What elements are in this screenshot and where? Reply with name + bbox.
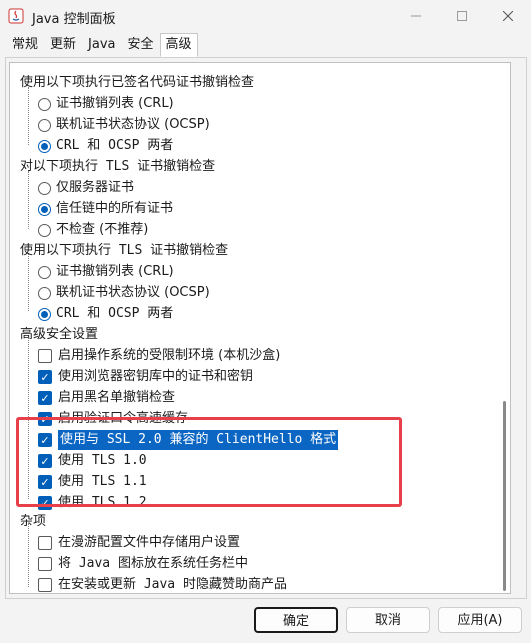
option-label: 将 Java 图标放在系统任务栏中: [58, 556, 248, 571]
cancel-button[interactable]: 取消: [346, 607, 430, 633]
tab-update[interactable]: 更新: [44, 33, 82, 57]
option-signed-ocsp[interactable]: 联机证书状态协议 (OCSP): [38, 115, 210, 135]
tab-java[interactable]: Java: [82, 33, 121, 57]
option-label: 使用浏览器密钥库中的证书和密钥: [58, 369, 254, 384]
option-label: 信任链中的所有证书: [56, 201, 174, 216]
option-label: 联机证书状态协议 (OCSP): [56, 117, 210, 132]
option-label: 启用黑名单撤销检查: [58, 390, 176, 405]
minimize-icon[interactable]: [393, 0, 439, 32]
tab-security[interactable]: 安全: [122, 33, 160, 57]
option-tls11[interactable]: ✓ 使用 TLS 1.1: [38, 472, 147, 492]
checkbox[interactable]: [38, 557, 52, 571]
option-tray-icon[interactable]: 将 Java 图标放在系统任务栏中: [38, 554, 248, 574]
tab-advanced[interactable]: 高级: [159, 33, 198, 57]
group-signed-code-title: 使用以下项执行已签名代码证书撤销检查: [20, 75, 255, 90]
checkbox[interactable]: [38, 536, 52, 550]
option-server-only[interactable]: 仅服务器证书: [38, 178, 134, 198]
option-label: 使用 TLS 1.0: [58, 453, 147, 468]
radio-button[interactable]: [38, 181, 51, 195]
option-label: 证书撤销列表 (CRL): [56, 96, 174, 111]
option-os-sandbox[interactable]: 启用操作系统的受限制环境 (本机沙盒): [38, 346, 280, 366]
option-tls12[interactable]: ✓ 使用 TLS 1.2: [38, 493, 147, 513]
radio-button[interactable]: [38, 97, 51, 111]
window-title: Java 控制面板: [32, 12, 116, 27]
option-tls10[interactable]: ✓ 使用 TLS 1.0: [38, 451, 147, 471]
checkbox[interactable]: ✓: [38, 412, 52, 426]
close-icon[interactable]: [485, 0, 531, 32]
checkbox[interactable]: ✓: [38, 454, 52, 468]
checkbox[interactable]: [38, 349, 52, 363]
radio-button[interactable]: [38, 265, 51, 279]
option-browser-keystore[interactable]: ✓ 使用浏览器密钥库中的证书和密钥: [38, 367, 253, 387]
checkbox[interactable]: ✓: [38, 475, 52, 489]
option-signed-crl[interactable]: 证书撤销列表 (CRL): [38, 94, 174, 114]
option-tls-crl[interactable]: 证书撤销列表 (CRL): [38, 262, 174, 282]
option-label: 在漫游配置文件中存储用户设置: [58, 535, 241, 550]
group-advanced-security-title: 高级安全设置: [20, 327, 99, 342]
option-label: 启用验证口令高速缓存: [58, 411, 189, 426]
option-label: CRL 和 OCSP 两者: [56, 138, 174, 153]
ok-button[interactable]: 确定: [254, 607, 338, 633]
tab-general[interactable]: 常规: [6, 33, 44, 57]
option-no-check[interactable]: 不检查 (不推荐): [38, 220, 148, 240]
option-signed-both[interactable]: CRL 和 OCSP 两者: [38, 136, 173, 156]
radio-button[interactable]: [38, 223, 51, 237]
option-label: 仅服务器证书: [56, 180, 135, 195]
group-tls-target-title: 对以下项执行 TLS 证书撤销检查: [20, 159, 216, 174]
option-label: 使用 TLS 1.1: [58, 474, 147, 489]
option-label: 使用与 SSL 2.0 兼容的 ClientHello 格式: [58, 430, 339, 450]
option-all-chain[interactable]: 信任链中的所有证书: [38, 199, 173, 219]
title-bar: Java 控制面板: [0, 0, 531, 32]
option-blacklist-check[interactable]: ✓ 启用黑名单撤销检查: [38, 388, 175, 408]
checkbox[interactable]: ✓: [38, 391, 52, 405]
group-tls-method-title: 使用以下项执行 TLS 证书撤销检查: [20, 243, 229, 258]
radio-button[interactable]: [38, 202, 51, 216]
checkbox[interactable]: [38, 578, 52, 592]
radio-button[interactable]: [38, 118, 51, 132]
option-ssl2-hello[interactable]: ✓ 使用与 SSL 2.0 兼容的 ClientHello 格式: [38, 430, 339, 450]
option-tls-ocsp[interactable]: 联机证书状态协议 (OCSP): [38, 283, 210, 303]
settings-tree: 使用以下项执行已签名代码证书撤销检查 证书撤销列表 (CRL) 联机证书状态协议…: [9, 62, 511, 594]
option-label: 启用操作系统的受限制环境 (本机沙盒): [58, 348, 281, 363]
option-hide-sponsor[interactable]: 在安装或更新 Java 时隐藏赞助商产品: [38, 575, 287, 593]
option-label: 联机证书状态协议 (OCSP): [56, 285, 210, 300]
option-tls-both[interactable]: CRL 和 OCSP 两者: [38, 304, 173, 324]
option-label: 使用 TLS 1.2: [58, 495, 147, 510]
radio-button[interactable]: [38, 307, 51, 321]
radio-button[interactable]: [38, 139, 51, 153]
radio-button[interactable]: [38, 286, 51, 300]
option-roaming-profile[interactable]: 在漫游配置文件中存储用户设置: [38, 533, 240, 553]
option-label: 不检查 (不推荐): [56, 222, 149, 237]
java-icon: [8, 8, 24, 24]
option-label: CRL 和 OCSP 两者: [56, 306, 174, 321]
option-password-cache[interactable]: ✓ 启用验证口令高速缓存: [38, 409, 188, 429]
checkbox[interactable]: ✓: [38, 370, 52, 384]
apply-button[interactable]: 应用(A): [438, 607, 522, 633]
advanced-panel: 使用以下项执行已签名代码证书撤销检查 证书撤销列表 (CRL) 联机证书状态协议…: [5, 57, 527, 599]
checkbox[interactable]: ✓: [38, 496, 52, 510]
group-misc-title: 杂项: [20, 514, 47, 529]
option-label: 证书撤销列表 (CRL): [56, 264, 174, 279]
tab-bar: 常规 更新 Java 安全 高级: [6, 33, 198, 57]
scrollbar-thumb[interactable]: [503, 401, 506, 591]
checkbox[interactable]: ✓: [38, 433, 52, 447]
maximize-icon[interactable]: [439, 0, 485, 32]
option-label: 在安装或更新 Java 时隐藏赞助商产品: [58, 577, 287, 592]
